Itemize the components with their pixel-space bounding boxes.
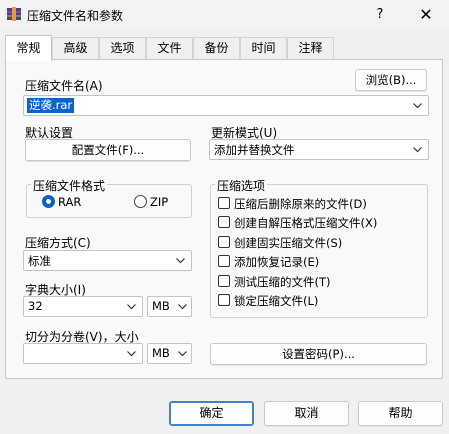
create-solid-checkbox[interactable] bbox=[218, 236, 230, 248]
tab-comment[interactable]: 注释 bbox=[287, 37, 334, 60]
dictionary-size-select[interactable]: 32 bbox=[23, 296, 143, 317]
close-button[interactable]: ✕ bbox=[414, 4, 438, 26]
compression-method-label: 压缩方式(C) bbox=[25, 236, 91, 250]
dictionary-unit-select[interactable]: MB bbox=[147, 296, 192, 317]
title-bar: 压缩文件名和参数 ? ✕ bbox=[0, 0, 449, 30]
create-sfx-checkbox[interactable] bbox=[218, 216, 230, 228]
add-recovery-record-checkbox[interactable] bbox=[218, 255, 230, 267]
split-unit-select[interactable]: MB bbox=[147, 343, 192, 364]
zip-radio[interactable] bbox=[134, 195, 147, 208]
delete-after-archiving-label: 压缩后删除原来的文件(D) bbox=[234, 197, 367, 211]
chevron-down-icon bbox=[413, 147, 422, 153]
tab-advanced[interactable]: 高级 bbox=[52, 37, 99, 60]
tab-general[interactable]: 常规 bbox=[5, 35, 52, 61]
tab-files[interactable]: 文件 bbox=[146, 37, 193, 60]
archive-name-label: 压缩文件名(A) bbox=[25, 79, 103, 93]
chevron-down-icon bbox=[127, 351, 136, 357]
test-archived-files-checkbox[interactable] bbox=[218, 275, 230, 287]
tab-options[interactable]: 选项 bbox=[99, 37, 146, 60]
archive-name-input[interactable]: 逆袭.rar bbox=[23, 95, 429, 116]
chevron-down-icon bbox=[178, 304, 187, 310]
archive-name-value: 逆袭.rar bbox=[27, 98, 75, 113]
title-help-button[interactable]: ? bbox=[370, 5, 390, 25]
rar-radio[interactable] bbox=[42, 195, 55, 208]
chevron-down-icon bbox=[178, 351, 187, 357]
window-title: 压缩文件名和参数 bbox=[27, 9, 124, 23]
dictionary-size-value: 32 bbox=[28, 299, 43, 313]
browse-button[interactable]: 浏览(B)... bbox=[355, 69, 427, 91]
ok-button[interactable]: 确定 bbox=[169, 401, 254, 426]
update-mode-select[interactable]: 添加并替换文件 bbox=[209, 139, 429, 160]
winrar-app-icon bbox=[7, 7, 21, 21]
update-mode-value: 添加并替换文件 bbox=[214, 143, 295, 157]
tab-strip: 常规 高级 选项 文件 备份 时间 注释 bbox=[0, 35, 449, 61]
tab-backup[interactable]: 备份 bbox=[193, 37, 240, 60]
set-password-button[interactable]: 设置密码(P)... bbox=[210, 343, 427, 365]
archiving-options-label: 压缩选项 bbox=[215, 177, 268, 194]
rar-radio-label: RAR bbox=[58, 195, 82, 209]
lock-archive-label: 锁定压缩文件(L) bbox=[234, 294, 319, 308]
add-recovery-record-label: 添加恢复记录(E) bbox=[234, 255, 320, 269]
profiles-button[interactable]: 配置文件(F)... bbox=[25, 139, 191, 161]
tab-time[interactable]: 时间 bbox=[240, 37, 287, 60]
test-archived-files-label: 测试压缩的文件(T) bbox=[234, 275, 331, 289]
archive-format-label: 压缩文件格式 bbox=[31, 177, 108, 194]
create-sfx-label: 创建自解压格式压缩文件(X) bbox=[234, 216, 378, 230]
chevron-down-icon[interactable] bbox=[412, 100, 423, 111]
cancel-button[interactable]: 取消 bbox=[264, 401, 349, 426]
dictionary-unit-value: MB bbox=[152, 299, 170, 313]
compression-method-value: 标准 bbox=[28, 254, 51, 268]
chevron-down-icon bbox=[127, 304, 136, 310]
split-volumes-input[interactable] bbox=[23, 343, 143, 364]
split-unit-value: MB bbox=[152, 346, 170, 360]
compression-method-select[interactable]: 标准 bbox=[23, 250, 192, 271]
lock-archive-checkbox[interactable] bbox=[218, 294, 230, 306]
create-solid-label: 创建固实压缩文件(S) bbox=[234, 236, 343, 250]
chevron-down-icon bbox=[176, 258, 185, 264]
zip-radio-label: ZIP bbox=[150, 195, 169, 209]
delete-after-archiving-checkbox[interactable] bbox=[218, 197, 230, 209]
help-button[interactable]: 帮助 bbox=[358, 401, 443, 426]
